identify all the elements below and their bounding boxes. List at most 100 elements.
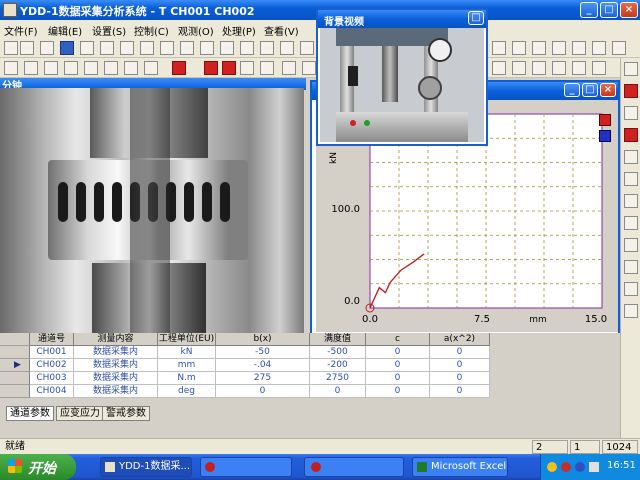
marker-icon[interactable] (144, 61, 158, 75)
cascade-icon[interactable] (492, 41, 506, 55)
fit-icon[interactable] (532, 61, 546, 75)
video-maximize-button[interactable]: □ (468, 11, 484, 25)
table-row[interactable]: ▶ CH002 数据采集内 mm -.04 -200 0 0 (0, 359, 620, 372)
tile-icon[interactable] (512, 41, 526, 55)
col-c: c (366, 333, 430, 346)
compare-icon[interactable] (552, 61, 566, 75)
minimize-button[interactable]: _ (580, 2, 598, 18)
color-red-icon[interactable] (624, 84, 638, 98)
print-icon[interactable] (60, 41, 74, 55)
paste-icon[interactable] (100, 41, 114, 55)
expand-icon[interactable] (572, 41, 586, 55)
disk-icon[interactable] (624, 172, 638, 186)
tray-icon[interactable] (561, 462, 571, 472)
menu-edit[interactable]: 编辑(E) (48, 23, 82, 38)
tab-alarm-params[interactable]: 警戒参数 (102, 406, 150, 421)
record-icon[interactable] (204, 61, 218, 75)
chart-minimize-button[interactable]: _ (564, 83, 580, 97)
taskbar: 开始 YDD-1数据采... Microsoft Excel ... 16:51 (0, 454, 640, 480)
tab-strain-stress[interactable]: 应变应力 (56, 406, 104, 421)
step-icon[interactable] (240, 61, 254, 75)
task-item-3[interactable] (304, 457, 404, 477)
grid-toggle-icon[interactable] (624, 260, 638, 274)
tray-icon[interactable] (575, 462, 585, 472)
bucket-icon[interactable] (624, 128, 638, 142)
chart-close-button[interactable]: × (600, 83, 616, 97)
pointer-icon[interactable] (64, 61, 78, 75)
line-icon[interactable] (104, 61, 118, 75)
menu-file[interactable]: 文件(F) (4, 23, 38, 38)
task-item-2[interactable] (200, 457, 292, 477)
excel-icon (417, 462, 427, 472)
envelope-icon[interactable] (24, 61, 38, 75)
layout-icon[interactable] (260, 41, 274, 55)
axis-icon[interactable] (624, 282, 638, 296)
window-icon[interactable] (300, 41, 314, 55)
legend-icon[interactable] (624, 304, 638, 318)
chart-maximize-button[interactable]: □ (582, 83, 598, 97)
start-button[interactable]: 开始 (0, 454, 76, 480)
col-b: b(x) (216, 333, 310, 346)
y-tick-100: 100.0 (331, 204, 360, 215)
arrange-icon[interactable] (532, 41, 546, 55)
export-icon[interactable] (220, 41, 234, 55)
specimen-core (130, 88, 170, 338)
close-button[interactable]: × (620, 2, 638, 18)
table-header-row: 通道号 测量内容 工程单位(EU) b(x) 满度值 c a(x^2) (0, 333, 620, 346)
pointer-tool-icon[interactable] (624, 62, 638, 76)
zoom-in-icon[interactable] (282, 61, 296, 75)
system-tray: 16:51 (540, 454, 640, 480)
config-icon[interactable] (180, 41, 194, 55)
specimen-photo (0, 88, 304, 338)
table-icon[interactable] (140, 41, 154, 55)
speaker-icon[interactable] (589, 462, 599, 472)
next-icon[interactable] (612, 41, 626, 55)
zoom-out-icon[interactable] (302, 61, 316, 75)
grid-icon[interactable] (120, 41, 134, 55)
new-icon[interactable] (4, 41, 18, 55)
layers-icon[interactable] (44, 61, 58, 75)
tab-channel-params[interactable]: 通道参数 (6, 406, 54, 421)
right-toolbar (620, 58, 640, 438)
task-ydd-app[interactable]: YDD-1数据采... (100, 457, 192, 477)
cross-icon[interactable] (124, 61, 138, 75)
link-icon[interactable] (552, 41, 566, 55)
series-color-red[interactable] (599, 114, 611, 126)
copy-icon[interactable] (80, 41, 94, 55)
col-a: a(x^2) (430, 333, 490, 346)
task-excel[interactable]: Microsoft Excel ... (412, 457, 508, 477)
chart-icon[interactable] (160, 41, 174, 55)
save-image-icon[interactable] (624, 150, 638, 164)
menu-observe[interactable]: 观测(O) (178, 23, 214, 38)
cursor-icon[interactable] (512, 61, 526, 75)
table-row[interactable]: CH003 数据采集内 N.m 275 2750 0 0 (0, 372, 620, 385)
open-icon[interactable] (20, 41, 34, 55)
menu-settings[interactable]: 设置(S) (92, 23, 126, 38)
capture-icon[interactable] (4, 61, 18, 75)
menu-control[interactable]: 控制(C) (134, 23, 169, 38)
collapse-icon[interactable] (592, 41, 606, 55)
pause-icon[interactable] (260, 61, 274, 75)
maximize-button[interactable]: □ (600, 2, 618, 18)
tray-icon[interactable] (547, 462, 557, 472)
chart-bar-icon[interactable] (84, 61, 98, 75)
scale-icon[interactable] (592, 61, 606, 75)
report-icon[interactable] (200, 41, 214, 55)
printer-icon[interactable] (624, 194, 638, 208)
filter-icon[interactable] (572, 61, 586, 75)
stop-icon[interactable] (222, 61, 236, 75)
menu-view[interactable]: 查看(V) (264, 23, 299, 38)
text-tool-icon[interactable] (624, 106, 638, 120)
crosshair-icon[interactable] (172, 61, 186, 75)
measure-icon[interactable] (492, 61, 506, 75)
camera-icon[interactable] (624, 216, 638, 230)
video-frame (320, 28, 484, 142)
table-row[interactable]: CH004 数据采集内 deg 0 0 0 0 (0, 385, 620, 398)
menu-process[interactable]: 处理(P) (222, 23, 256, 38)
font-icon[interactable] (240, 41, 254, 55)
series-color-blue[interactable] (599, 130, 611, 142)
option-icon[interactable] (280, 41, 294, 55)
target-icon[interactable] (624, 238, 638, 252)
save-icon[interactable] (40, 41, 54, 55)
table-row[interactable]: CH001 数据采集内 kN -50 -500 0 0 (0, 346, 620, 359)
